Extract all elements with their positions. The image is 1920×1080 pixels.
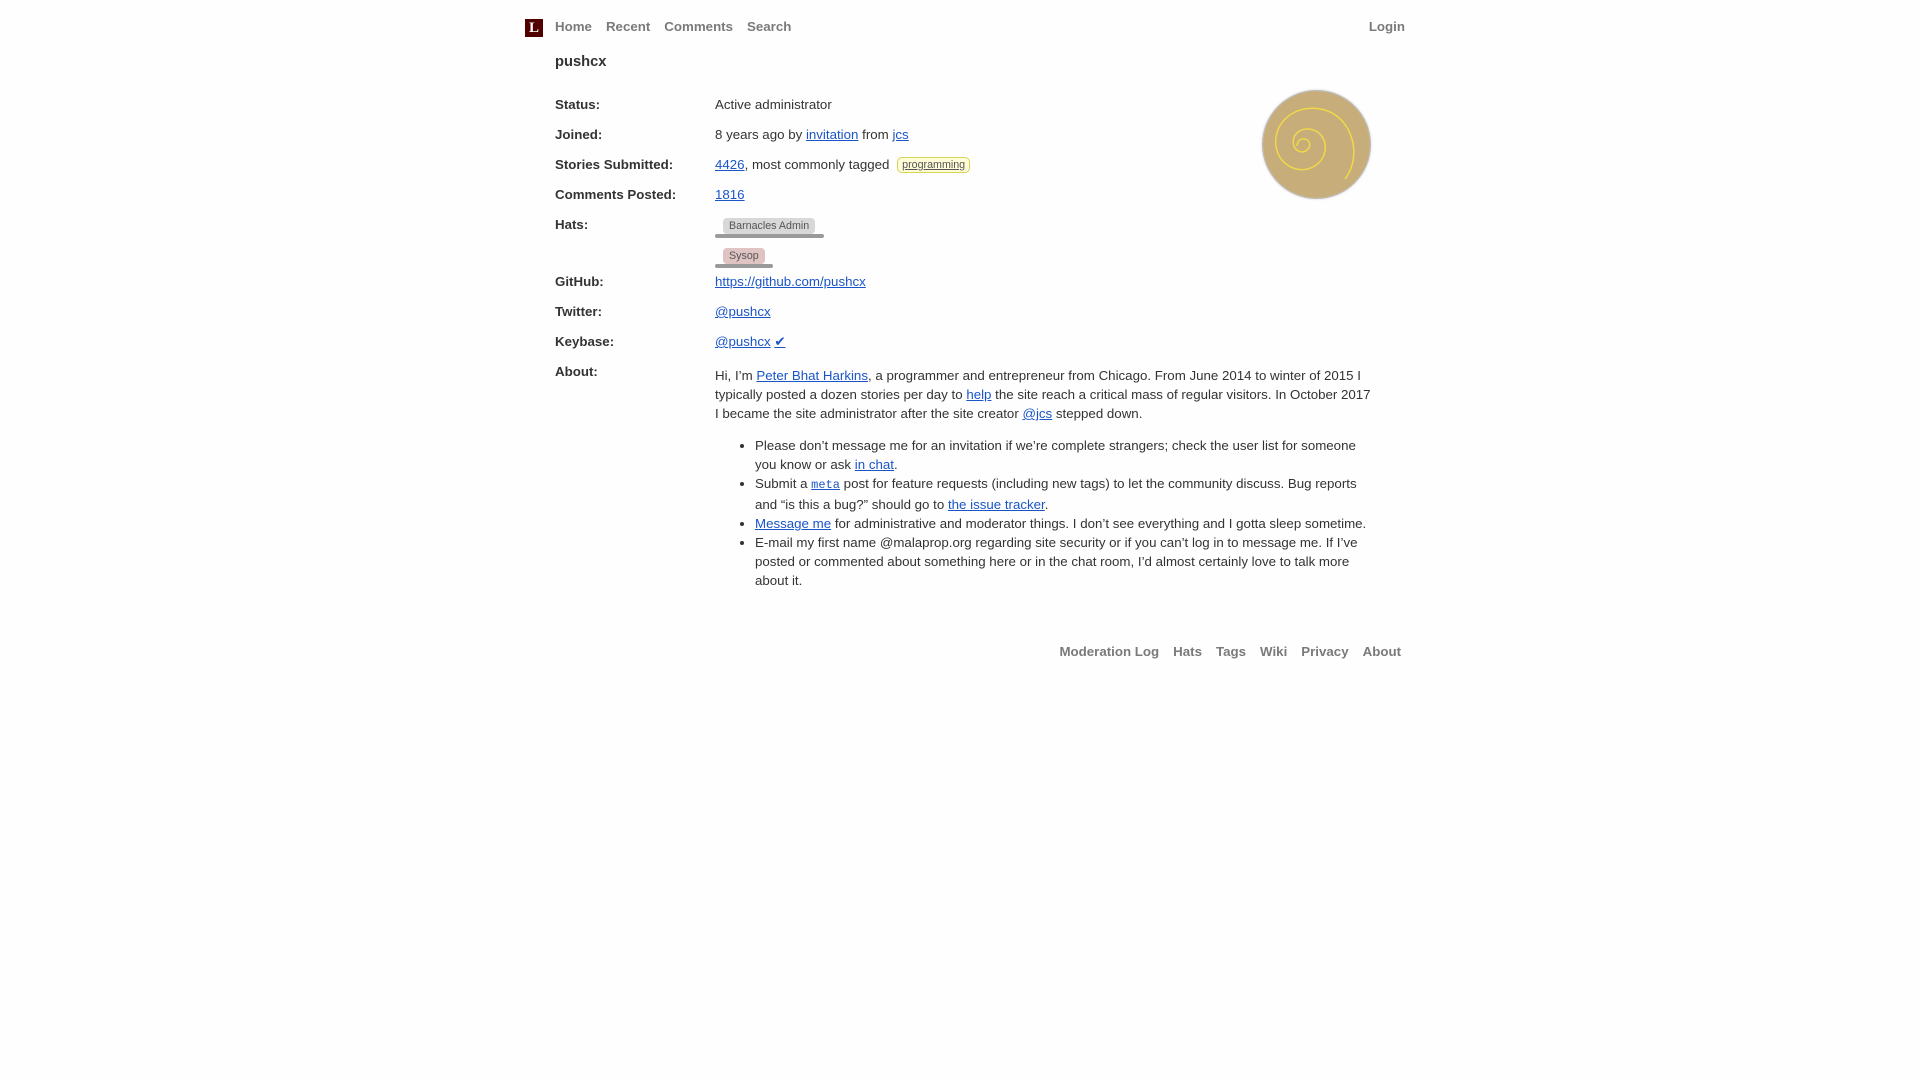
joined-label: Joined: xyxy=(555,127,603,142)
nav-search[interactable]: Search xyxy=(747,19,791,34)
hat-brim xyxy=(715,234,824,238)
login-link[interactable]: Login xyxy=(1369,19,1405,34)
status-label: Status: xyxy=(555,97,601,112)
stories-text: , most commonly tagged xyxy=(744,157,890,172)
list-item: Please don’t message me for an invitatio… xyxy=(755,436,1375,474)
hats-label: Hats: xyxy=(555,217,589,232)
inviter-link[interactable]: jcs xyxy=(892,127,908,142)
about-text-span: Please don’t message me for an invitatio… xyxy=(755,438,1356,472)
joined-by-text: by xyxy=(788,127,803,142)
site-footer: Moderation Log Hats Tags Wiki Privacy Ab… xyxy=(1059,644,1401,659)
spiral-avatar-icon xyxy=(1263,91,1370,198)
about-text-span: E-mail my first name @malaprop.org regar… xyxy=(755,535,1358,588)
jcs-link[interactable]: @jcs xyxy=(1022,406,1052,421)
about-text-span: for administrative and moderator things.… xyxy=(831,516,1367,531)
joined-value: 8 years ago by invitation from jcs xyxy=(715,127,909,142)
invitation-link[interactable]: invitation xyxy=(806,127,858,142)
stories-label: Stories Submitted: xyxy=(555,157,674,172)
twitter-link[interactable]: @pushcx xyxy=(715,304,771,319)
joined-from-text: from xyxy=(862,127,889,142)
comments-value: 1816 xyxy=(715,187,745,202)
keybase-label: Keybase: xyxy=(555,334,615,349)
about-text-span: stepped down. xyxy=(1052,406,1143,421)
about-text-span: . xyxy=(893,457,898,472)
keybase-verified-icon[interactable]: ✔ xyxy=(774,334,785,349)
site-header: L Home Recent Comments Search Login xyxy=(525,14,1405,40)
name-link[interactable]: Peter Bhat Harkins xyxy=(756,368,868,383)
hat-label: Barnacles Admin xyxy=(723,218,816,234)
about-text-span: . xyxy=(1044,497,1049,512)
site-logo[interactable]: L xyxy=(525,19,543,37)
about-text-span: post for feature requests (including new… xyxy=(755,476,1357,512)
page-title: pushcx xyxy=(555,54,607,70)
nav-recent[interactable]: Recent xyxy=(606,19,650,34)
hat-brim xyxy=(715,264,773,268)
nav-comments[interactable]: Comments xyxy=(664,19,733,34)
comments-count-link[interactable]: 1816 xyxy=(715,187,745,202)
keybase-link[interactable]: @pushcx xyxy=(715,334,771,349)
footer-wiki[interactable]: Wiki xyxy=(1260,644,1287,659)
github-link[interactable]: https://github.com/pushcx xyxy=(715,274,866,289)
list-item: E-mail my first name @malaprop.org regar… xyxy=(755,533,1375,590)
stories-value: 4426, most commonly tagged programming xyxy=(715,157,971,173)
twitter-value: @pushcx xyxy=(715,304,771,319)
footer-hats[interactable]: Hats xyxy=(1173,644,1202,659)
github-label: GitHub: xyxy=(555,274,604,289)
nav-home[interactable]: Home xyxy=(555,19,592,34)
about-list: Please don’t message me for an invitatio… xyxy=(715,436,1375,590)
footer-moderation-log[interactable]: Moderation Log xyxy=(1059,644,1159,659)
list-item: Message me for administrative and modera… xyxy=(755,514,1375,533)
issue-tracker-link[interactable]: the issue tracker xyxy=(948,497,1045,512)
footer-tags[interactable]: Tags xyxy=(1216,644,1246,659)
hat-label: Sysop xyxy=(723,248,765,264)
about-paragraph: Hi, I’m Peter Bhat Harkins, a programmer… xyxy=(715,366,1375,423)
status-value: Active administrator xyxy=(715,97,832,112)
message-me-link[interactable]: Message me xyxy=(755,516,831,531)
comments-label: Comments Posted: xyxy=(555,187,677,202)
about-text-span: Hi, I’m xyxy=(715,368,757,383)
hat-sysop[interactable]: Sysop xyxy=(715,248,773,268)
chat-link[interactable]: in chat xyxy=(855,457,894,472)
footer-privacy[interactable]: Privacy xyxy=(1301,644,1348,659)
github-value: https://github.com/pushcx xyxy=(715,274,866,289)
list-item: Submit a meta post for feature requests … xyxy=(755,474,1375,514)
about-text: Hi, I’m Peter Bhat Harkins, a programmer… xyxy=(715,366,1375,590)
avatar xyxy=(1263,91,1370,198)
about-text-span: Submit a xyxy=(755,476,812,491)
about-label: About: xyxy=(555,364,598,379)
stories-count-link[interactable]: 4426 xyxy=(715,157,745,172)
twitter-label: Twitter: xyxy=(555,304,603,319)
main-nav: Home Recent Comments Search xyxy=(555,19,791,34)
tag-programming[interactable]: programming xyxy=(897,157,971,173)
help-link[interactable]: help xyxy=(966,387,991,402)
hat-barnacles-admin[interactable]: Barnacles Admin xyxy=(715,218,824,238)
keybase-value: @pushcx ✔ xyxy=(715,334,786,350)
joined-ago: 8 years ago xyxy=(715,127,785,142)
footer-about[interactable]: About xyxy=(1363,644,1401,659)
meta-tag-link[interactable]: meta xyxy=(811,478,840,492)
